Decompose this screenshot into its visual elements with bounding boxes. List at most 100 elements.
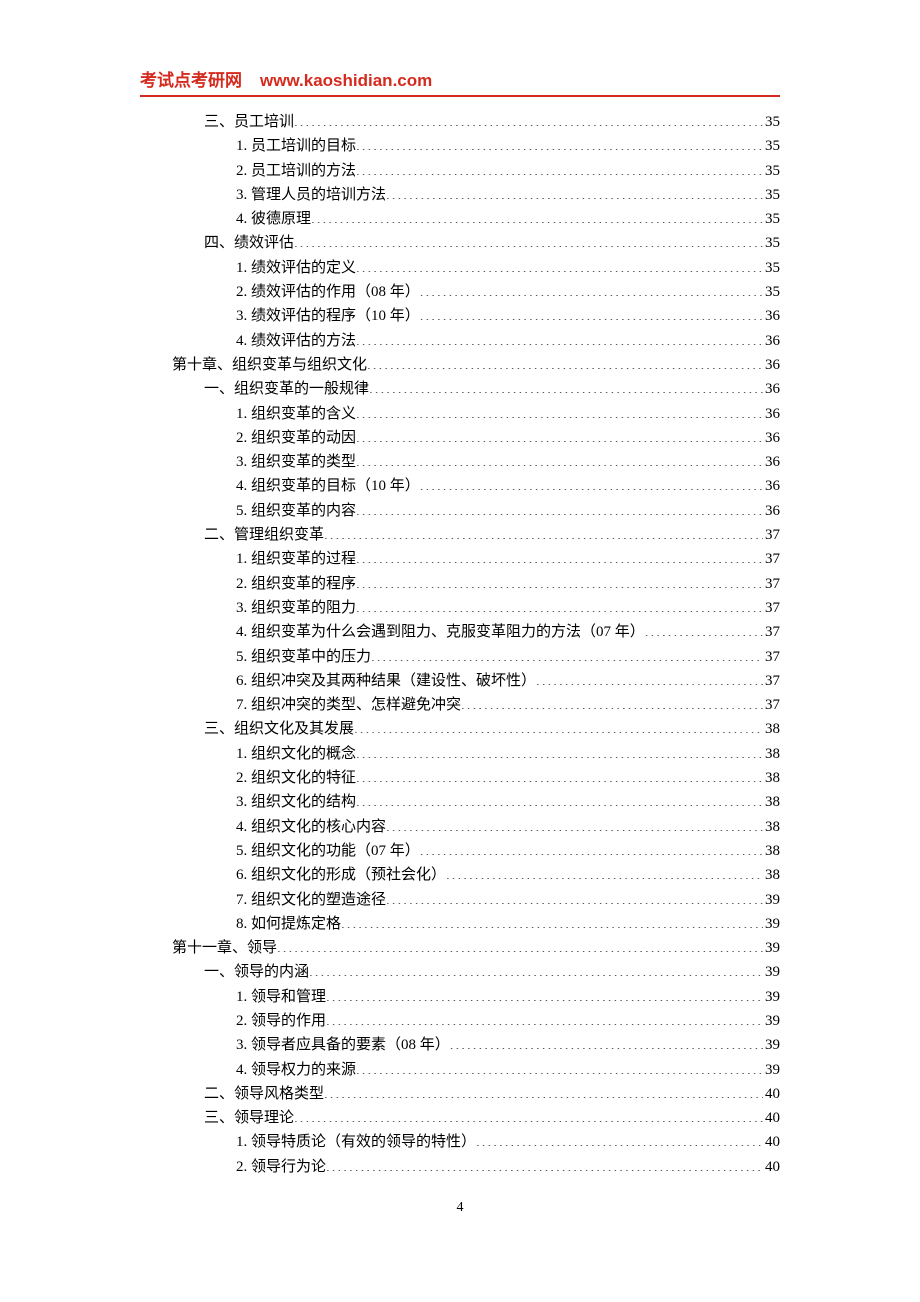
toc-row: 5. 组织变革的内容 36 — [140, 499, 780, 523]
toc-row: 2. 组织文化的特征38 — [140, 766, 780, 790]
toc-entry-title: 5. 组织文化的功能（07 年） — [236, 839, 420, 863]
toc-row: 2. 组织变革的动因 36 — [140, 426, 780, 450]
toc-dots — [420, 475, 763, 490]
toc-dots — [326, 986, 763, 1001]
toc-row: 7. 组织文化的塑造途径39 — [140, 888, 780, 912]
toc-entry-title: 三、领导理论 — [204, 1106, 294, 1130]
toc-entry-title: 5. 组织变革的内容 — [236, 499, 356, 523]
toc-entry-page: 36 — [763, 402, 780, 426]
toc-entry-page: 36 — [763, 377, 780, 401]
toc-dots — [311, 208, 763, 223]
toc-dots — [367, 354, 763, 369]
toc-entry-page: 39 — [763, 912, 780, 936]
toc-row: 二、管理组织变革37 — [140, 523, 780, 547]
toc-row: 2. 领导行为论40 — [140, 1155, 780, 1179]
toc-entry-title: 1. 员工培训的目标 — [236, 134, 356, 158]
toc-row: 3. 组织文化的结构38 — [140, 790, 780, 814]
toc-entry-title: 7. 组织文化的塑造途径 — [236, 888, 386, 912]
toc-dots — [356, 500, 763, 515]
toc-entry-page: 36 — [763, 329, 780, 353]
toc-dots — [369, 378, 763, 393]
toc-dots — [356, 597, 763, 612]
toc-dots — [309, 961, 763, 976]
toc-row: 4. 组织变革的目标（10 年）36 — [140, 474, 780, 498]
toc-entry-title: 5. 组织变革中的压力 — [236, 645, 371, 669]
toc-entry-page: 36 — [763, 426, 780, 450]
toc-entry-page: 39 — [763, 1033, 780, 1057]
toc-row: 3. 领导者应具备的要素（08 年）39 — [140, 1033, 780, 1057]
toc-dots — [446, 864, 763, 879]
toc-entry-page: 35 — [763, 256, 780, 280]
toc-entry-title: 2. 员工培训的方法 — [236, 159, 356, 183]
toc-entry-title: 第十一章、领导 — [172, 936, 277, 960]
toc-row: 2. 组织变革的程序37 — [140, 572, 780, 596]
toc-row: 3. 管理人员的培训方法35 — [140, 183, 780, 207]
toc-row: 第十章、组织变革与组织文化36 — [140, 353, 780, 377]
toc-row: 6. 组织冲突及其两种结果（建设性、破坏性）37 — [140, 669, 780, 693]
toc-entry-page: 38 — [763, 839, 780, 863]
toc-row: 4. 组织文化的核心内容38 — [140, 815, 780, 839]
toc-dots — [294, 111, 763, 126]
toc-row: 3. 组织变革的阻力37 — [140, 596, 780, 620]
toc-dots — [356, 573, 763, 588]
toc-entry-title: 三、员工培训 — [204, 110, 294, 134]
page-number: 4 — [0, 1200, 920, 1216]
toc-row: 4. 组织变革为什么会遇到阻力、克服变革阻力的方法（07 年）37 — [140, 620, 780, 644]
toc-entry-title: 7. 组织冲突的类型、怎样避免冲突 — [236, 693, 461, 717]
site-url: www.kaoshidian.com — [260, 71, 432, 91]
toc-dots — [386, 816, 763, 831]
toc-row: 1. 员工培训的目标 35 — [140, 134, 780, 158]
toc-row: 1. 组织变革的含义36 — [140, 402, 780, 426]
toc-entry-page: 38 — [763, 742, 780, 766]
toc-entry-page: 37 — [763, 693, 780, 717]
toc-entry-title: 1. 领导特质论（有效的领导的特性） — [236, 1130, 476, 1154]
toc-row: 8. 如何提炼定格39 — [140, 912, 780, 936]
toc-dots — [356, 1059, 763, 1074]
toc-row: 三、员工培训 35 — [140, 110, 780, 134]
toc-entry-title: 2. 领导的作用 — [236, 1009, 326, 1033]
toc-entry-title: 2. 领导行为论 — [236, 1155, 326, 1179]
toc-row: 5. 组织文化的功能（07 年） 38 — [140, 839, 780, 863]
toc-dots — [356, 427, 763, 442]
toc-dots — [356, 451, 763, 466]
header-text: 考试点考研网 www.kaoshidian.com — [140, 66, 780, 91]
toc-row: 一、领导的内涵39 — [140, 960, 780, 984]
toc-row: 三、领导理论40 — [140, 1106, 780, 1130]
toc-entry-page: 36 — [763, 499, 780, 523]
toc-entry-title: 2. 组织文化的特征 — [236, 766, 356, 790]
toc-entry-page: 35 — [763, 159, 780, 183]
toc-dots — [356, 791, 763, 806]
toc-dots — [294, 232, 763, 247]
page-header: 考试点考研网 www.kaoshidian.com — [140, 66, 780, 97]
toc-entry-title: 2. 组织变革的动因 — [236, 426, 356, 450]
toc-entry-page: 35 — [763, 110, 780, 134]
toc-row: 三、组织文化及其发展38 — [140, 717, 780, 741]
toc-entry-page: 37 — [763, 669, 780, 693]
toc-row: 1. 组织文化的概念 38 — [140, 742, 780, 766]
toc-dots — [326, 1010, 763, 1025]
toc-row: 2. 员工培训的方法 35 — [140, 159, 780, 183]
toc-dots — [356, 767, 763, 782]
toc-dots — [461, 694, 763, 709]
toc-entry-title: 6. 组织文化的形成（预社会化） — [236, 863, 446, 887]
toc-dots — [356, 257, 763, 272]
toc-dots — [326, 1156, 763, 1171]
toc-dots — [277, 937, 763, 952]
toc-entry-page: 37 — [763, 620, 780, 644]
toc-row: 1. 绩效评估的定义35 — [140, 256, 780, 280]
toc-row: 3. 绩效评估的程序（10 年）36 — [140, 304, 780, 328]
toc-entry-page: 35 — [763, 183, 780, 207]
toc-entry-page: 40 — [763, 1130, 780, 1154]
toc-row: 二、领导风格类型40 — [140, 1082, 780, 1106]
toc-entry-page: 38 — [763, 717, 780, 741]
toc-entry-title: 1. 组织文化的概念 — [236, 742, 356, 766]
toc-entry-page: 35 — [763, 134, 780, 158]
toc-dots — [420, 281, 763, 296]
toc-row: 5. 组织变革中的压力37 — [140, 645, 780, 669]
toc-entry-page: 37 — [763, 596, 780, 620]
toc-dots — [324, 524, 763, 539]
toc-entry-title: 一、领导的内涵 — [204, 960, 309, 984]
toc-entry-title: 1. 组织变革的过程 — [236, 547, 356, 571]
toc-row: 第十一章、领导39 — [140, 936, 780, 960]
toc-entry-page: 39 — [763, 985, 780, 1009]
